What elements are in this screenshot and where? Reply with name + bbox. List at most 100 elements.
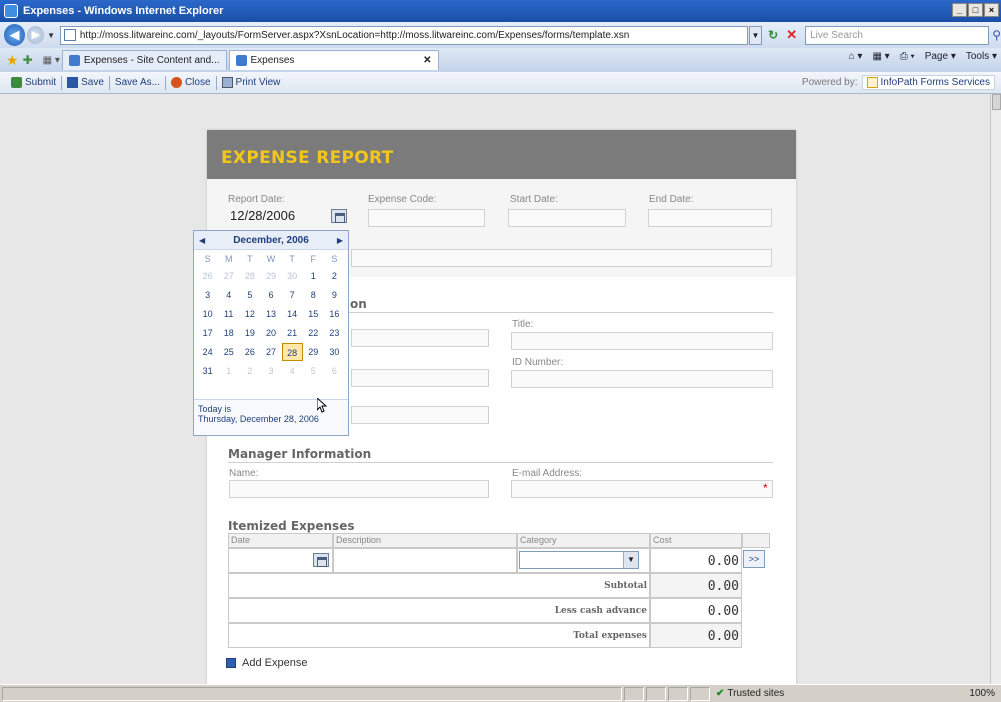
department-input[interactable]	[351, 369, 489, 387]
calendar-day[interactable]: 5	[239, 286, 260, 304]
close-button[interactable]: Close	[166, 77, 216, 88]
calendar-day[interactable]: 29	[260, 267, 281, 285]
calendar-day[interactable]: 29	[303, 343, 324, 361]
calendar-day[interactable]: 28	[239, 267, 260, 285]
calendar-day[interactable]: 20	[260, 324, 281, 342]
security-zone[interactable]: ✔ Trusted sites	[716, 688, 784, 699]
home-button[interactable]: ⌂ ▾	[849, 51, 863, 62]
calendar-day[interactable]: 4	[282, 362, 303, 380]
tab-expenses[interactable]: Expenses ✕	[228, 50, 439, 70]
calendar-day[interactable]: 25	[218, 343, 239, 361]
id-number-input[interactable]	[511, 370, 773, 388]
title-label: Title:	[512, 319, 534, 330]
report-date-field[interactable]: 12/28/2006	[230, 208, 295, 223]
address-input[interactable]: http://moss.litwareinc.com/_layouts/Form…	[59, 25, 748, 45]
add-favorites-icon[interactable]: ✚	[23, 53, 33, 67]
window-controls: _ □ ×	[952, 3, 999, 17]
calendar-day[interactable]: 27	[218, 267, 239, 285]
calendar-day[interactable]: 1	[218, 362, 239, 380]
search-icon[interactable]: ⚲	[992, 28, 1001, 42]
calendar-day[interactable]: 14	[282, 305, 303, 323]
end-date-input[interactable]	[648, 209, 772, 227]
start-date-input[interactable]	[508, 209, 626, 227]
scrollbar-thumb[interactable]	[992, 94, 1001, 110]
favorites-star-icon[interactable]: ★	[6, 52, 19, 69]
print-button[interactable]: ⎙ ▾	[900, 51, 915, 62]
calendar-day[interactable]: 31	[197, 362, 218, 380]
calendar-day[interactable]: 10	[197, 305, 218, 323]
title-input[interactable]	[511, 332, 773, 350]
calendar-day[interactable]: 2	[239, 362, 260, 380]
calendar-day[interactable]: 27	[260, 343, 281, 361]
purpose-input[interactable]	[351, 249, 772, 267]
calendar-day[interactable]: 26	[239, 343, 260, 361]
save-as-button[interactable]: Save As...	[110, 77, 165, 88]
calendar-day[interactable]: 15	[303, 305, 324, 323]
forward-button[interactable]: ▶	[27, 26, 45, 44]
zoom-level[interactable]: 100%	[969, 688, 995, 699]
calendar-day[interactable]: 3	[260, 362, 281, 380]
calendar-day[interactable]: 26	[197, 267, 218, 285]
previous-month-icon[interactable]: ◀	[199, 236, 205, 245]
calendar-day[interactable]: 30	[282, 267, 303, 285]
expense-description-input[interactable]	[333, 548, 517, 573]
calendar-icon[interactable]	[331, 209, 347, 223]
back-button[interactable]: ◀	[4, 24, 26, 46]
expense-code-input[interactable]	[368, 209, 485, 227]
calendar-day[interactable]: 24	[197, 343, 218, 361]
search-input[interactable]: Live Search	[805, 25, 990, 45]
save-button[interactable]: Save	[62, 77, 109, 88]
infopath-brand-link[interactable]: InfoPath Forms Services	[861, 75, 995, 90]
close-window-button[interactable]: ×	[984, 3, 999, 17]
calendar-day[interactable]: 1	[303, 267, 324, 285]
calendar-day[interactable]: 6	[260, 286, 281, 304]
maximize-button[interactable]: □	[968, 3, 983, 17]
calendar-day[interactable]: 18	[218, 324, 239, 342]
tools-menu[interactable]: Tools ▾	[966, 51, 997, 62]
calendar-day[interactable]: 6	[324, 362, 345, 380]
calendar-day[interactable]: 17	[197, 324, 218, 342]
vertical-scrollbar[interactable]	[990, 94, 1001, 684]
calendar-day[interactable]: 21	[282, 324, 303, 342]
tab-site-content[interactable]: Expenses - Site Content and...	[61, 50, 227, 70]
calendar-day[interactable]: 28	[281, 343, 303, 361]
close-tab-icon[interactable]: ✕	[423, 55, 431, 66]
feeds-button[interactable]: ▦ ▾	[872, 51, 889, 62]
page-menu[interactable]: Page ▾	[925, 51, 956, 62]
employee-section-heading: on	[350, 297, 367, 311]
quick-tabs-icon[interactable]: ▦ ▾	[43, 55, 60, 66]
stop-icon[interactable]: ✕	[786, 27, 797, 43]
refresh-icon[interactable]: ↻	[768, 28, 778, 42]
calendar-day[interactable]: 9	[324, 286, 345, 304]
manager-email-input[interactable]	[511, 480, 773, 498]
calendar-day[interactable]: 4	[218, 286, 239, 304]
calendar-day[interactable]: 3	[197, 286, 218, 304]
expense-cost-value[interactable]: 0.00	[655, 554, 739, 569]
calendar-day[interactable]: 16	[324, 305, 345, 323]
add-expense-button[interactable]: Add Expense	[226, 657, 307, 669]
calendar-day[interactable]: 13	[260, 305, 281, 323]
calendar-day[interactable]: 5	[303, 362, 324, 380]
calendar-day[interactable]: 23	[324, 324, 345, 342]
print-view-button[interactable]: Print View	[217, 77, 286, 88]
history-dropdown-icon[interactable]: ▼	[46, 31, 56, 40]
minimize-button[interactable]: _	[952, 3, 967, 17]
calendar-day[interactable]: 12	[239, 305, 260, 323]
calendar-day[interactable]: 2	[324, 267, 345, 285]
calendar-day[interactable]: 11	[218, 305, 239, 323]
next-month-icon[interactable]: ▶	[337, 236, 343, 245]
employee-email-input[interactable]	[351, 406, 489, 424]
category-select[interactable]: ▼	[519, 551, 639, 569]
calendar-day[interactable]: 7	[282, 286, 303, 304]
employee-name-input[interactable]	[351, 329, 489, 347]
address-dropdown-icon[interactable]: ▼	[748, 25, 763, 45]
calendar-icon[interactable]	[313, 553, 329, 567]
calendar-day[interactable]: 30	[324, 343, 345, 361]
calendar-day[interactable]: 8	[303, 286, 324, 304]
manager-name-input[interactable]	[229, 480, 489, 498]
less-cash-value[interactable]: 0.00	[655, 604, 739, 619]
calendar-day[interactable]: 19	[239, 324, 260, 342]
submit-button[interactable]: Submit	[6, 77, 61, 88]
more-button[interactable]: >>	[743, 550, 765, 568]
calendar-day[interactable]: 22	[303, 324, 324, 342]
